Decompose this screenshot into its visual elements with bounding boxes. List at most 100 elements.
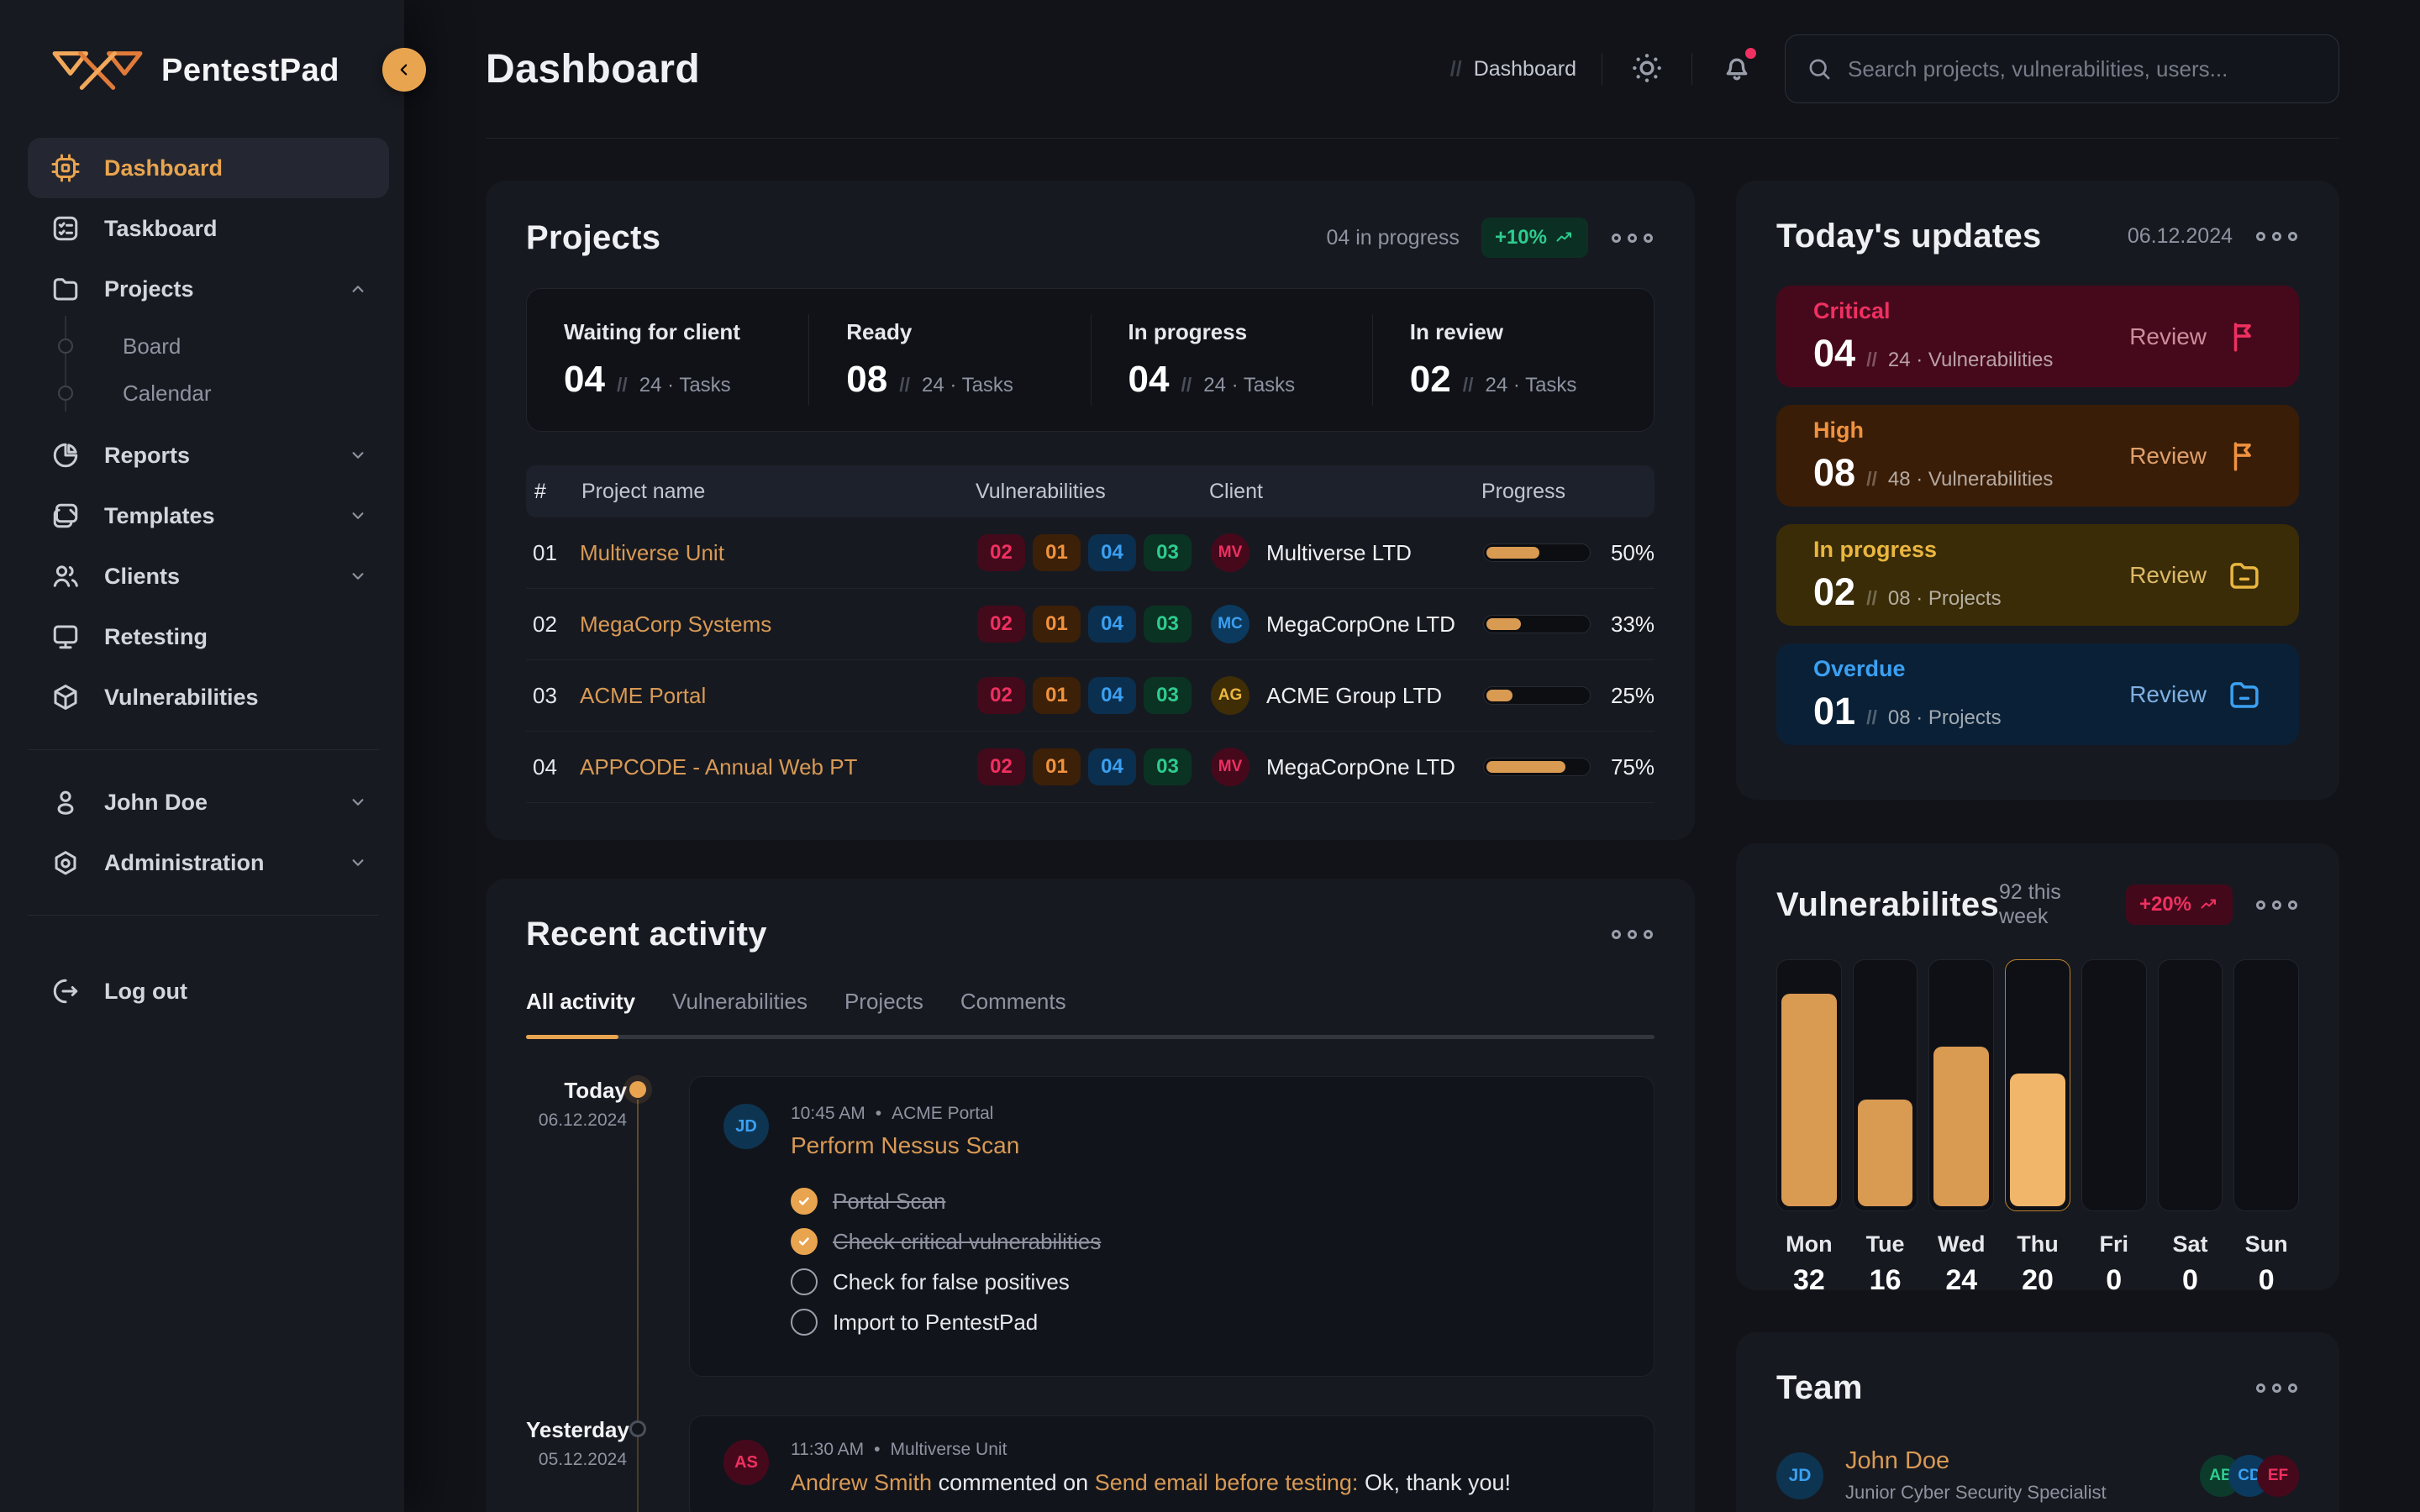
table-row[interactable]: 02 MegaCorp Systems 02 01 04 03 MC MegaC… xyxy=(526,589,1655,660)
task-link[interactable]: Perform Nessus Scan xyxy=(791,1132,1101,1159)
chart-column-fri: Fri 0 xyxy=(2081,959,2147,1297)
progress-value: 33% xyxy=(1609,612,1655,638)
entry-time: 10:45 AM xyxy=(791,1104,865,1124)
search-icon xyxy=(1806,55,1833,82)
chart-column-mon: Mon 32 xyxy=(1776,959,1842,1297)
sidebar-item-dashboard[interactable]: Dashboard xyxy=(28,138,389,198)
low-count-badge: 03 xyxy=(1144,677,1192,714)
logout-button[interactable]: Log out xyxy=(28,961,389,1021)
sidebar-item-vulnerabilities[interactable]: Vulnerabilities xyxy=(28,667,389,727)
tab-indicator-track xyxy=(526,1035,1655,1039)
tab-vulnerabilities[interactable]: Vulnerabilities xyxy=(672,989,808,1035)
folder-open-icon xyxy=(2227,558,2262,593)
search-input[interactable] xyxy=(1848,56,2318,82)
sidebar-item-label: Taskboard xyxy=(104,216,218,242)
client-avatar: AG xyxy=(1211,676,1249,715)
review-button[interactable]: Review xyxy=(2129,562,2207,589)
chevron-left-icon xyxy=(393,59,415,81)
bar xyxy=(1858,1100,1913,1206)
activity-entry-comment: AS 11:30 AM • Multiverse Unit xyxy=(689,1415,1655,1512)
updates-menu-button[interactable] xyxy=(2254,227,2299,246)
bar-track xyxy=(2158,959,2223,1211)
weekly-vulnerabilities-chart: Mon 32 Tue 16 Wed 24 xyxy=(1776,959,2299,1297)
tab-projects[interactable]: Projects xyxy=(844,989,923,1035)
folder-open-icon xyxy=(2227,677,2262,712)
pentestpad-logo-icon xyxy=(50,46,145,95)
high-count-badge: 01 xyxy=(1033,748,1081,785)
projects-table: # Project name Vulnerabilities Client Pr… xyxy=(526,465,1655,803)
chevron-down-icon xyxy=(347,791,369,813)
chip-icon xyxy=(50,153,81,183)
progress-value: 25% xyxy=(1609,683,1655,709)
activity-title: Recent activity xyxy=(526,916,767,953)
client-avatar: MC xyxy=(1211,605,1249,643)
vulnerabilities-menu-button[interactable] xyxy=(2254,895,2299,915)
sidebar-item-reports[interactable]: Reports xyxy=(28,425,389,486)
theme-toggle-button[interactable] xyxy=(1628,50,1666,88)
progress-value: 75% xyxy=(1609,754,1655,780)
checklist-item: Check for false positives xyxy=(791,1268,1101,1295)
app-title: PentestPad xyxy=(161,53,339,89)
checkbox[interactable] xyxy=(791,1188,818,1215)
review-button[interactable]: Review xyxy=(2129,323,2207,350)
vulnerabilities-trend-badge: +20% xyxy=(2126,885,2233,925)
tab-all-activity[interactable]: All activity xyxy=(526,989,635,1035)
chevron-down-icon xyxy=(347,444,369,466)
activity-menu-button[interactable] xyxy=(1610,925,1655,944)
avatar: AS xyxy=(723,1440,769,1485)
review-button[interactable]: Review xyxy=(2129,681,2207,708)
client-avatar: MV xyxy=(1211,533,1249,572)
tile-in-review: In review 02 // 24 · Tasks xyxy=(1372,314,1654,406)
info-count-badge: 04 xyxy=(1088,677,1136,714)
sidebar-item-clients[interactable]: Clients xyxy=(28,546,389,606)
author-link[interactable]: Andrew Smith xyxy=(791,1470,932,1495)
vulnerability-badges: 02 01 04 03 xyxy=(977,748,1211,785)
project-link[interactable]: MegaCorp Systems xyxy=(580,612,977,638)
task-link[interactable]: Send email before testing: xyxy=(1095,1470,1359,1495)
client-avatar: MV xyxy=(1211,748,1249,786)
project-link[interactable]: ACME Portal xyxy=(580,683,977,709)
sidebar-item-board[interactable]: Board xyxy=(28,323,389,370)
notifications-button[interactable] xyxy=(1718,50,1756,88)
updates-date: 06.12.2024 xyxy=(2128,224,2233,249)
checklist-item: Portal Scan xyxy=(791,1188,1101,1215)
team-menu-button[interactable] xyxy=(2254,1378,2299,1398)
checkbox[interactable] xyxy=(791,1268,818,1295)
entry-separator: • xyxy=(874,1440,880,1460)
info-count-badge: 04 xyxy=(1088,748,1136,785)
breadcrumb-current[interactable]: Dashboard xyxy=(1474,57,1576,81)
member-name-link[interactable]: John Doe xyxy=(1845,1447,2107,1475)
table-row[interactable]: 04 APPCODE - Annual Web PT 02 01 04 03 M… xyxy=(526,732,1655,803)
sidebar-item-label: Clients xyxy=(104,564,180,590)
checkbox[interactable] xyxy=(791,1228,818,1255)
projects-menu-button[interactable] xyxy=(1610,228,1655,248)
sidebar-item-label: Dashboard xyxy=(104,155,223,181)
table-row[interactable]: 01 Multiverse Unit 02 01 04 03 MV Multiv… xyxy=(526,517,1655,589)
sidebar-item-profile[interactable]: John Doe xyxy=(28,772,389,832)
sidebar-item-administration[interactable]: Administration xyxy=(28,832,389,893)
checklist-item: Import to PentestPad xyxy=(791,1309,1101,1336)
vulnerabilities-card: Vulnerabilites 92 this week +20% xyxy=(1736,843,2339,1290)
task-checklist: Portal Scan Check critical vulnerabiliti… xyxy=(791,1188,1101,1336)
sidebar-item-retesting[interactable]: Retesting xyxy=(28,606,389,667)
sidebar-nav: Dashboard Taskboard Projects Board Calen… xyxy=(28,138,389,727)
sidebar-collapse-button[interactable] xyxy=(382,48,426,92)
review-button[interactable]: Review xyxy=(2129,443,2207,470)
projects-subnav: Board Calendar xyxy=(28,319,389,425)
sidebar-item-calendar[interactable]: Calendar xyxy=(28,370,389,417)
bar-track xyxy=(1928,959,1994,1211)
user-icon xyxy=(50,787,81,817)
project-link[interactable]: APPCODE - Annual Web PT xyxy=(580,754,977,780)
sidebar-divider xyxy=(28,915,379,916)
timeline-dot-yesterday xyxy=(629,1420,646,1437)
tab-comments[interactable]: Comments xyxy=(960,989,1066,1035)
table-row[interactable]: 03 ACME Portal 02 01 04 03 AG ACME Group… xyxy=(526,660,1655,732)
sidebar-item-projects[interactable]: Projects xyxy=(28,259,389,319)
flag-icon xyxy=(2227,319,2262,354)
project-link[interactable]: Multiverse Unit xyxy=(580,540,977,566)
chart-column-sat: Sat 0 xyxy=(2158,959,2223,1297)
sidebar-item-taskboard[interactable]: Taskboard xyxy=(28,198,389,259)
checkbox[interactable] xyxy=(791,1309,818,1336)
low-count-badge: 03 xyxy=(1144,748,1192,785)
sidebar-item-templates[interactable]: Templates xyxy=(28,486,389,546)
